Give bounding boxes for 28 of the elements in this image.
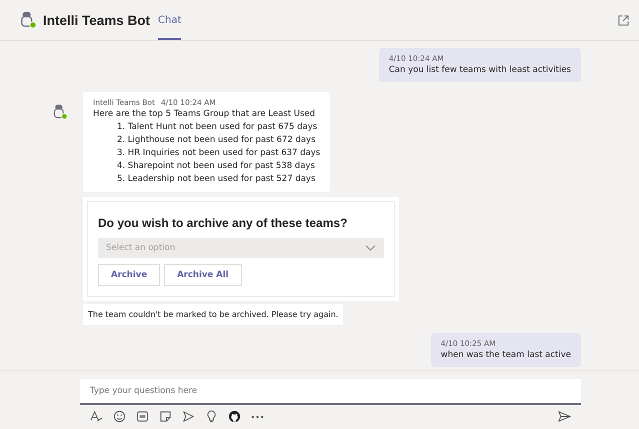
list-item: 5. Leadership not been used for past 527 days [116,174,316,184]
pop-out-icon[interactable] [618,14,629,26]
send-arrow-icon[interactable] [182,410,195,423]
emoji-icon[interactable] [113,410,126,423]
sticker-icon[interactable] [159,410,172,423]
archive-button[interactable]: Archive [98,264,160,286]
chevron-down-icon[interactable] [365,245,376,251]
send-icon[interactable] [558,410,571,423]
list-item: 4. Sharepoint not been used for past 538 days [116,161,316,171]
list-item: 1. Talent Hunt not been used for past 675 days [116,122,318,132]
lightbulb-icon[interactable] [205,410,218,423]
message-input-field[interactable]: Type your questions here [80,379,581,405]
card-question: Do you wish to archive any of these teams? [98,216,348,230]
gif-icon[interactable] [136,410,149,423]
octocat-icon[interactable] [228,410,241,423]
archive-button[interactable]: Archive All [164,264,242,286]
bot-avatar-icon [52,104,68,120]
message-text: Here are the top 5 Teams Group that are Least Used [93,109,316,119]
format-icon[interactable] [90,410,103,423]
message-text: when was the team last active [440,350,571,360]
error-message: The team couldn't be marked to be archived. Please try again. [83,304,344,325]
list-item: 2. Lighthouse not been used for past 672 days [116,135,317,145]
chat-tab[interactable]: Chat [158,0,182,40]
list-item: 3. HR Inquiries not been used for past 637 days [116,148,320,158]
bot-avatar-icon [19,11,37,29]
bot-name-title: Intelli Teams Bot [43,12,150,28]
message-text: Can you list few teams with least activities [388,65,571,75]
more-options-icon[interactable] [251,414,264,418]
